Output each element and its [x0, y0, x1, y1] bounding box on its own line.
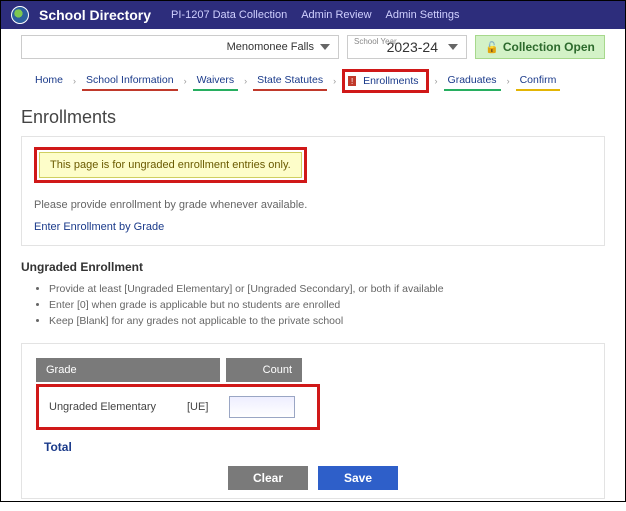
chevron-right-icon: › — [73, 76, 76, 86]
instruction-list: Provide at least [Ungraded Elementary] o… — [49, 282, 605, 329]
filter-bar: Menomonee Falls School Year 2023-24 🔓 Co… — [1, 29, 625, 65]
crumb-waivers[interactable]: Waivers — [193, 72, 239, 90]
button-row: Clear Save — [36, 456, 590, 490]
col-count: Count — [226, 358, 302, 382]
instruction-text: Please provide enrollment by grade whene… — [34, 199, 592, 211]
crumb-confirm[interactable]: Confirm — [516, 72, 561, 90]
table-header: Grade Count — [36, 358, 590, 382]
crumb-graduates[interactable]: Graduates — [444, 72, 501, 90]
bullet-item: Enter [0] when grade is applicable but n… — [49, 298, 605, 314]
info-panel: This page is for ungraded enrollment ent… — [21, 136, 605, 246]
chevron-right-icon: › — [435, 76, 438, 86]
chevron-down-icon — [320, 44, 330, 50]
crumb-statutes[interactable]: State Statutes — [253, 72, 327, 90]
status-text: Collection Open — [503, 40, 595, 54]
highlight-enrollments: ! Enrollments — [342, 69, 428, 93]
highlight-row: Ungraded Elementary [UE] — [36, 384, 320, 430]
nav-link-review[interactable]: Admin Review — [301, 9, 371, 21]
district-value: Menomonee Falls — [227, 41, 314, 53]
bullet-item: Keep [Blank] for any grades not applicab… — [49, 314, 605, 330]
chevron-down-icon — [448, 44, 458, 50]
year-dropdown[interactable]: School Year 2023-24 — [347, 35, 467, 59]
crumb-home[interactable]: Home — [31, 72, 67, 90]
enter-by-grade-link[interactable]: Enter Enrollment by Grade — [34, 221, 592, 233]
total-row: Total — [36, 434, 590, 456]
count-input[interactable] — [229, 396, 295, 418]
collection-status-badge: 🔓 Collection Open — [475, 35, 605, 59]
top-navbar: School Directory PI-1207 Data Collection… — [1, 1, 625, 29]
alert-icon: ! — [348, 76, 356, 86]
enrollment-table: Grade Count Ungraded Elementary [UE] Tot… — [21, 343, 605, 499]
highlight-banner: This page is for ungraded enrollment ent… — [34, 147, 307, 183]
chevron-right-icon: › — [184, 76, 187, 86]
year-label: School Year — [354, 37, 397, 46]
table-row: Ungraded Elementary [UE] — [41, 390, 315, 424]
chevron-right-icon: › — [507, 76, 510, 86]
nav-link-settings[interactable]: Admin Settings — [386, 9, 460, 21]
unlock-icon: 🔓 — [485, 41, 499, 54]
grade-name: Ungraded Elementary — [41, 401, 181, 413]
section-heading: Ungraded Enrollment — [21, 260, 605, 274]
clear-button[interactable]: Clear — [228, 466, 308, 490]
page-title: Enrollments — [21, 107, 605, 128]
nav-link-collection[interactable]: PI-1207 Data Collection — [171, 9, 287, 21]
district-dropdown[interactable]: Menomonee Falls — [21, 35, 339, 59]
logo-icon — [11, 6, 29, 24]
crumb-enrollments[interactable]: Enrollments — [359, 73, 422, 89]
bullet-item: Provide at least [Ungraded Elementary] o… — [49, 282, 605, 298]
col-grade: Grade — [36, 358, 220, 382]
save-button[interactable]: Save — [318, 466, 398, 490]
ungraded-only-banner: This page is for ungraded enrollment ent… — [39, 152, 302, 178]
chevron-right-icon: › — [244, 76, 247, 86]
breadcrumb: Home › School Information › Waivers › St… — [1, 65, 625, 101]
brand-title: School Directory — [39, 7, 151, 23]
crumb-school-info[interactable]: School Information — [82, 72, 178, 90]
grade-code: [UE] — [187, 401, 223, 413]
chevron-right-icon: › — [333, 76, 336, 86]
